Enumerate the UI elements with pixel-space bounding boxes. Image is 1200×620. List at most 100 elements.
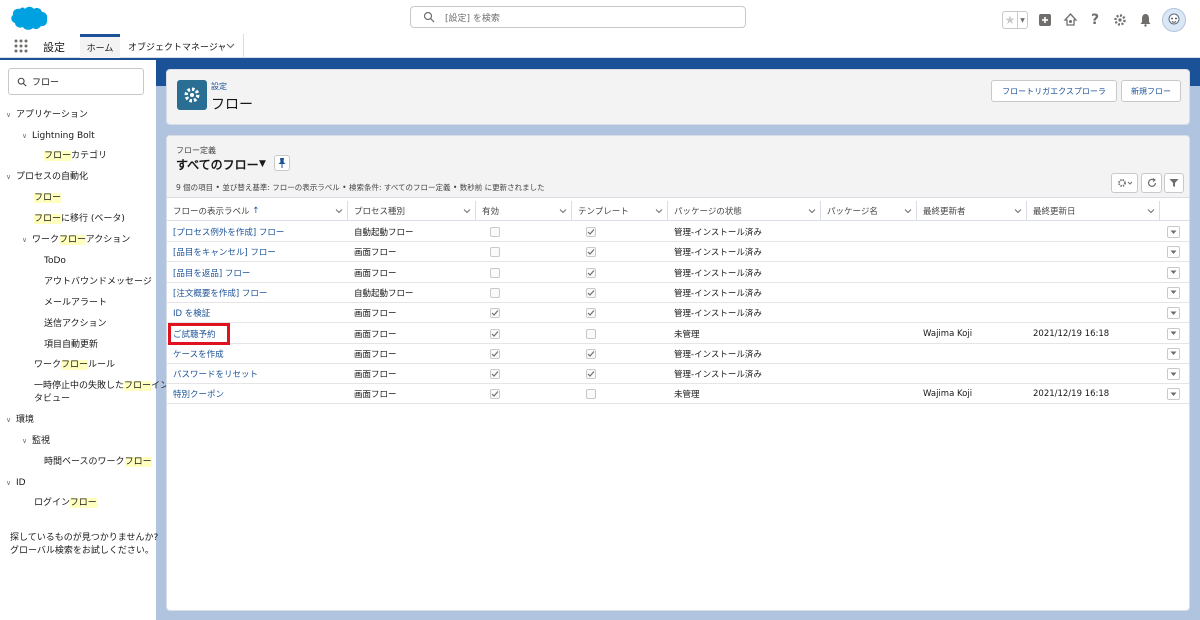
package-state-cell-wrap: 管理-インストール済み [668, 364, 762, 384]
pin-icon[interactable] [274, 155, 290, 171]
tree-send-action[interactable]: 送信アクション [44, 318, 107, 330]
flow-label-link[interactable]: ケースを作成 [173, 348, 224, 360]
help-icon[interactable]: ? [1087, 12, 1103, 28]
add-icon[interactable] [1037, 12, 1053, 28]
column-header-process-type[interactable]: プロセス種別 [348, 201, 476, 221]
list-view-title[interactable]: すべてのフロー [176, 156, 259, 173]
row-actions-chevron-icon[interactable] [1167, 327, 1180, 340]
chevron-down-icon[interactable] [335, 207, 343, 215]
gear-icon[interactable] [1112, 12, 1128, 28]
tree-apps[interactable]: ∨ アプリケーション [6, 109, 88, 121]
flow-label-link-wrap[interactable]: [注文概要を作成] フロー [167, 283, 267, 303]
row-actions-chevron-icon[interactable] [1167, 246, 1180, 259]
global-header: [設定] を検索 ★ ▼ ? [0, 0, 1200, 34]
active-checkbox [490, 308, 500, 319]
tree-time-based-workflow[interactable]: 時間ベースのワークフロー [44, 456, 152, 468]
flow-label-link[interactable]: [品目をキャンセル] フロー [173, 246, 276, 258]
chevron-down-icon[interactable] [1014, 207, 1022, 215]
column-header-active[interactable]: 有効 [476, 201, 572, 221]
modified-date-cell-wrap: 2021/12/19 16:18 [1027, 324, 1109, 344]
row-actions-chevron-icon[interactable] [1167, 388, 1180, 401]
tree-workflow-rules[interactable]: ワークフロールール [34, 359, 115, 371]
list-settings-button[interactable] [1111, 173, 1138, 193]
package-state-cell-wrap: 管理-インストール済み [668, 222, 762, 242]
tree-todo[interactable]: ToDo [44, 255, 66, 267]
chevron-down-icon[interactable] [559, 207, 567, 215]
tree-id[interactable]: ∨ ID [6, 477, 26, 489]
column-header-modified-date[interactable]: 最終更新日 [1027, 201, 1160, 221]
app-launcher-icon[interactable] [14, 39, 28, 53]
tree-email-alert[interactable]: メールアラート [44, 297, 107, 309]
modified-by-cell-wrap: Wajima Koji [917, 324, 972, 344]
row-actions-chevron-icon[interactable] [1167, 347, 1180, 360]
chevron-down-icon[interactable] [463, 207, 471, 215]
tree-environments[interactable]: ∨ 環境 [6, 414, 34, 426]
column-header-modified-by[interactable]: 最終更新者 [917, 201, 1027, 221]
flow-label-link[interactable]: [注文概要を作成] フロー [173, 287, 267, 299]
trailhead-icon[interactable] [1062, 12, 1078, 28]
flow-label-link[interactable]: ID を検証 [173, 307, 210, 319]
user-avatar[interactable] [1162, 8, 1186, 32]
row-actions-chevron-icon[interactable] [1167, 368, 1180, 381]
modified-by-cell-wrap [917, 364, 923, 384]
flow-label-link-wrap[interactable]: [品目を返品] フロー [167, 263, 250, 283]
tree-process-automation[interactable]: ∨ プロセスの自動化 [6, 171, 88, 183]
tree-paused-flow-interviews[interactable]: 一時停止中の失敗したフローイン [34, 380, 169, 392]
tree-label: プロセスの自動化 [16, 172, 89, 182]
column-header-template[interactable]: テンプレート [572, 201, 668, 221]
chevron-down-icon[interactable] [655, 207, 663, 215]
breadcrumb[interactable]: 設定 [211, 81, 227, 92]
filter-icon[interactable] [1164, 173, 1184, 193]
package-state-cell-wrap: 管理-インストール済み [668, 283, 762, 303]
global-search-input[interactable]: [設定] を検索 [410, 6, 746, 28]
tree-workflow-actions[interactable]: ∨ ワークフローアクション [22, 234, 130, 246]
bell-icon[interactable] [1137, 12, 1153, 28]
tree-outbound-message[interactable]: アウトバウンドメッセージ [44, 276, 152, 288]
tree-field-update[interactable]: 項目自動更新 [44, 339, 98, 351]
refresh-icon[interactable] [1141, 173, 1162, 193]
flow-label-link[interactable]: [プロセス例外を作成] フロー [173, 226, 284, 238]
tree-paused-flow-interviews-line2[interactable]: タビュー [34, 393, 70, 405]
flow-label-link-wrap[interactable]: [品目をキャンセル] フロー [167, 242, 276, 262]
flow-label-link-wrap[interactable]: [プロセス例外を作成] フロー [167, 222, 284, 242]
flow-label-link-wrap[interactable]: ID を検証 [167, 303, 210, 323]
row-actions-chevron-icon[interactable] [1167, 286, 1180, 299]
tree-migrate-to-flow[interactable]: フローに移行 (ベータ) [34, 213, 125, 225]
star-icon[interactable]: ★ [1003, 12, 1017, 28]
tree-lightning-bolt[interactable]: ∨ Lightning Bolt [22, 130, 95, 142]
flow-label-link[interactable]: パスワードをリセット [173, 368, 258, 380]
flow-label-link[interactable]: [品目を返品] フロー [173, 267, 250, 279]
flow-label-link-wrap[interactable]: パスワードをリセット [167, 364, 258, 384]
quick-find-input[interactable]: フロー [8, 68, 144, 95]
tab-object-manager[interactable]: オブジェクトマネージャ [122, 34, 244, 58]
column-header-package-state[interactable]: パッケージの状態 [668, 201, 821, 221]
sort-arrow-icon: ↑ [252, 206, 260, 216]
salesforce-logo[interactable] [9, 5, 49, 31]
column-header-label[interactable]: フローの表示ラベル ↑ [167, 201, 348, 221]
flow-label-link-wrap[interactable]: 特別クーポン [167, 384, 224, 404]
column-header-package-name[interactable]: パッケージ名 [821, 201, 917, 221]
process-type-cell-wrap: 自動起動フロー [348, 222, 414, 242]
tab-home[interactable]: ホーム [80, 34, 120, 58]
flow-label-link-wrap[interactable]: ケースを作成 [167, 344, 224, 364]
flow-trigger-explorer-button[interactable]: フロートリガエクスプローラ [991, 80, 1117, 102]
package-state-cell: 管理-インストール済み [674, 268, 762, 279]
chevron-down-icon[interactable] [904, 207, 912, 215]
tree-label: ワーク [32, 235, 60, 245]
row-actions-chevron-icon[interactable] [1167, 266, 1180, 279]
chevron-down-icon[interactable] [226, 41, 235, 50]
chevron-down-icon[interactable] [1147, 207, 1155, 215]
modified-by-cell-wrap [917, 242, 923, 262]
tree-login-flows[interactable]: ログインフロー [34, 497, 97, 509]
package-name-cell-wrap [821, 384, 827, 404]
chevron-down-icon[interactable]: ▼ [1017, 12, 1027, 28]
row-actions-chevron-icon[interactable] [1167, 307, 1180, 320]
caret-down-icon[interactable]: ▼ [259, 159, 266, 169]
tree-flows[interactable]: フロー [34, 192, 62, 204]
tree-flow-category[interactable]: フローカテゴリ [44, 150, 107, 162]
new-flow-button[interactable]: 新規フロー [1121, 80, 1181, 102]
chevron-down-icon[interactable] [808, 207, 816, 215]
row-actions-chevron-icon[interactable] [1167, 226, 1180, 238]
tree-monitoring[interactable]: ∨ 監視 [22, 435, 50, 447]
flow-label-link[interactable]: 特別クーポン [173, 388, 224, 400]
